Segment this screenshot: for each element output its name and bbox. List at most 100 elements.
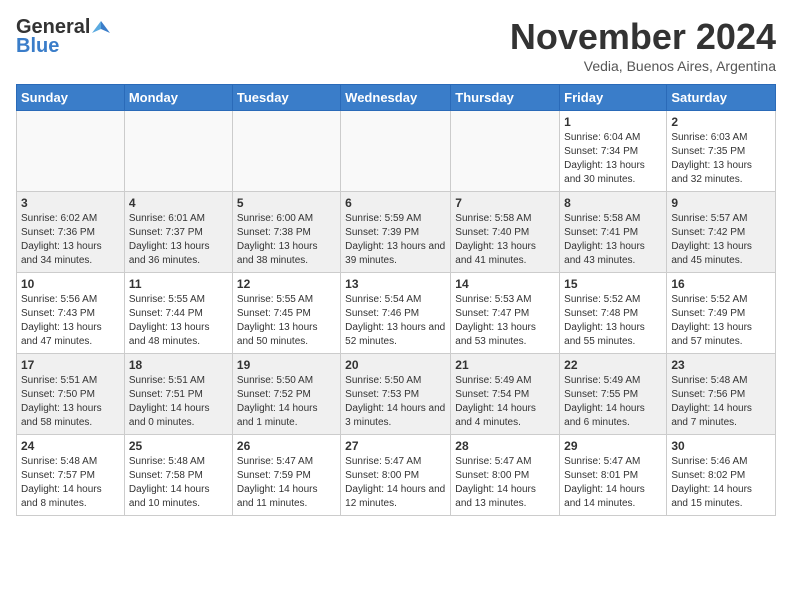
- day-number: 5: [237, 196, 336, 210]
- day-info: Sunrise: 5:47 AM Sunset: 8:01 PM Dayligh…: [564, 455, 662, 511]
- day-info: Sunrise: 5:54 AM Sunset: 7:46 PM Dayligh…: [345, 293, 446, 349]
- logo-blue: Blue: [16, 35, 59, 58]
- calendar-cell: 13 Sunrise: 5:54 AM Sunset: 7:46 PM Dayli…: [341, 273, 451, 354]
- day-number: 3: [21, 196, 120, 210]
- day-info: Sunrise: 5:58 AM Sunset: 7:41 PM Dayligh…: [564, 212, 662, 268]
- day-number: 1: [564, 115, 662, 129]
- day-number: 9: [671, 196, 771, 210]
- calendar-cell: 14Sunrise: 5:53 AM Sunset: 7:47 PM Dayli…: [451, 273, 560, 354]
- day-number: 19: [237, 358, 336, 372]
- day-header-saturday: Saturday: [667, 85, 776, 111]
- day-info: Sunrise: 5:47 AM Sunset: 7:59 PM Dayligh…: [237, 455, 336, 511]
- calendar-week-row: 10 Sunrise: 5:56 AM Sunset: 7:43 PM Dayli…: [17, 273, 776, 354]
- calendar-table: SundayMondayTuesdayWednesdayThursdayFrid…: [16, 84, 776, 516]
- day-info: Sunrise: 5:59 AM Sunset: 7:39 PM Dayligh…: [345, 212, 446, 268]
- logo-bird-icon: [92, 19, 110, 37]
- calendar-cell: 12 Sunrise: 5:55 AM Sunset: 7:45 PM Dayli…: [232, 273, 340, 354]
- calendar-cell: [232, 111, 340, 192]
- calendar-cell: 1Sunrise: 6:04 AM Sunset: 7:34 PM Daylig…: [560, 111, 667, 192]
- day-number: 16: [671, 277, 771, 291]
- day-info: Sunrise: 5:48 AM Sunset: 7:57 PM Dayligh…: [21, 455, 120, 511]
- calendar-cell: 4Sunrise: 6:01 AM Sunset: 7:37 PM Daylig…: [124, 192, 232, 273]
- day-number: 20: [345, 358, 446, 372]
- day-info: Sunrise: 5:47 AM Sunset: 8:00 PM Dayligh…: [455, 455, 555, 511]
- day-number: 2: [671, 115, 771, 129]
- day-number: 14: [455, 277, 555, 291]
- day-info: Sunrise: 5:52 AM Sunset: 7:48 PM Dayligh…: [564, 293, 662, 349]
- day-info: Sunrise: 5:49 AM Sunset: 7:55 PM Dayligh…: [564, 374, 662, 430]
- day-number: 24: [21, 439, 120, 453]
- day-info: Sunrise: 6:00 AM Sunset: 7:38 PM Dayligh…: [237, 212, 336, 268]
- day-info: Sunrise: 5:48 AM Sunset: 7:56 PM Dayligh…: [671, 374, 771, 430]
- calendar-week-row: 1Sunrise: 6:04 AM Sunset: 7:34 PM Daylig…: [17, 111, 776, 192]
- day-header-sunday: Sunday: [17, 85, 125, 111]
- day-info: Sunrise: 5:48 AM Sunset: 7:58 PM Dayligh…: [129, 455, 228, 511]
- day-info: Sunrise: 5:51 AM Sunset: 7:50 PM Dayligh…: [21, 374, 120, 430]
- day-number: 15: [564, 277, 662, 291]
- day-number: 23: [671, 358, 771, 372]
- day-number: 7: [455, 196, 555, 210]
- calendar-cell: [124, 111, 232, 192]
- calendar-cell: 26 Sunrise: 5:47 AM Sunset: 7:59 PM Dayli…: [232, 435, 340, 516]
- calendar-cell: 15 Sunrise: 5:52 AM Sunset: 7:48 PM Dayli…: [560, 273, 667, 354]
- day-number: 29: [564, 439, 662, 453]
- location-subtitle: Vedia, Buenos Aires, Argentina: [510, 58, 776, 74]
- day-header-tuesday: Tuesday: [232, 85, 340, 111]
- day-number: 13: [345, 277, 446, 291]
- day-number: 10: [21, 277, 120, 291]
- day-header-thursday: Thursday: [451, 85, 560, 111]
- day-number: 21: [455, 358, 555, 372]
- calendar-cell: 23 Sunrise: 5:48 AM Sunset: 7:56 PM Dayli…: [667, 354, 776, 435]
- day-info: Sunrise: 6:02 AM Sunset: 7:36 PM Dayligh…: [21, 212, 120, 268]
- page-header: General Blue November 2024 Vedia, Buenos…: [16, 16, 776, 74]
- day-number: 22: [564, 358, 662, 372]
- month-title: November 2024: [510, 16, 776, 58]
- day-number: 30: [671, 439, 771, 453]
- day-header-wednesday: Wednesday: [341, 85, 451, 111]
- calendar-cell: [341, 111, 451, 192]
- day-number: 25: [129, 439, 228, 453]
- day-info: Sunrise: 6:03 AM Sunset: 7:35 PM Dayligh…: [671, 131, 771, 187]
- day-number: 8: [564, 196, 662, 210]
- calendar-cell: 17 Sunrise: 5:51 AM Sunset: 7:50 PM Dayli…: [17, 354, 125, 435]
- day-number: 28: [455, 439, 555, 453]
- day-number: 12: [237, 277, 336, 291]
- calendar-week-row: 3 Sunrise: 6:02 AM Sunset: 7:36 PM Daylig…: [17, 192, 776, 273]
- calendar-cell: 27 Sunrise: 5:47 AM Sunset: 8:00 PM Dayli…: [341, 435, 451, 516]
- calendar-cell: 9 Sunrise: 5:57 AM Sunset: 7:42 PM Daylig…: [667, 192, 776, 273]
- day-number: 27: [345, 439, 446, 453]
- day-number: 18: [129, 358, 228, 372]
- calendar-cell: 11Sunrise: 5:55 AM Sunset: 7:44 PM Dayli…: [124, 273, 232, 354]
- day-header-friday: Friday: [560, 85, 667, 111]
- day-info: Sunrise: 5:46 AM Sunset: 8:02 PM Dayligh…: [671, 455, 771, 511]
- calendar-cell: 7 Sunrise: 5:58 AM Sunset: 7:40 PM Daylig…: [451, 192, 560, 273]
- calendar-cell: [17, 111, 125, 192]
- day-info: Sunrise: 5:47 AM Sunset: 8:00 PM Dayligh…: [345, 455, 446, 511]
- calendar-cell: 16 Sunrise: 5:52 AM Sunset: 7:49 PM Dayli…: [667, 273, 776, 354]
- day-info: Sunrise: 5:51 AM Sunset: 7:51 PM Dayligh…: [129, 374, 228, 430]
- calendar-cell: 5 Sunrise: 6:00 AM Sunset: 7:38 PM Daylig…: [232, 192, 340, 273]
- title-section: November 2024 Vedia, Buenos Aires, Argen…: [510, 16, 776, 74]
- day-info: Sunrise: 5:50 AM Sunset: 7:52 PM Dayligh…: [237, 374, 336, 430]
- calendar-cell: 30 Sunrise: 5:46 AM Sunset: 8:02 PM Dayli…: [667, 435, 776, 516]
- day-info: Sunrise: 5:56 AM Sunset: 7:43 PM Dayligh…: [21, 293, 120, 349]
- day-info: Sunrise: 5:55 AM Sunset: 7:45 PM Dayligh…: [237, 293, 336, 349]
- day-info: Sunrise: 5:49 AM Sunset: 7:54 PM Dayligh…: [455, 374, 555, 430]
- day-info: Sunrise: 5:52 AM Sunset: 7:49 PM Dayligh…: [671, 293, 771, 349]
- day-info: Sunrise: 5:50 AM Sunset: 7:53 PM Dayligh…: [345, 374, 446, 430]
- day-info: Sunrise: 5:57 AM Sunset: 7:42 PM Dayligh…: [671, 212, 771, 268]
- day-info: Sunrise: 5:58 AM Sunset: 7:40 PM Dayligh…: [455, 212, 555, 268]
- calendar-cell: 6 Sunrise: 5:59 AM Sunset: 7:39 PM Daylig…: [341, 192, 451, 273]
- calendar-cell: 25 Sunrise: 5:48 AM Sunset: 7:58 PM Dayli…: [124, 435, 232, 516]
- day-number: 6: [345, 196, 446, 210]
- day-number: 26: [237, 439, 336, 453]
- day-header-monday: Monday: [124, 85, 232, 111]
- calendar-cell: 29 Sunrise: 5:47 AM Sunset: 8:01 PM Dayli…: [560, 435, 667, 516]
- calendar-cell: 22 Sunrise: 5:49 AM Sunset: 7:55 PM Dayli…: [560, 354, 667, 435]
- day-info: Sunrise: 6:01 AM Sunset: 7:37 PM Dayligh…: [129, 212, 228, 268]
- calendar-cell: 3 Sunrise: 6:02 AM Sunset: 7:36 PM Daylig…: [17, 192, 125, 273]
- day-number: 17: [21, 358, 120, 372]
- calendar-cell: 20 Sunrise: 5:50 AM Sunset: 7:53 PM Dayli…: [341, 354, 451, 435]
- calendar-week-row: 24 Sunrise: 5:48 AM Sunset: 7:57 PM Dayli…: [17, 435, 776, 516]
- calendar-cell: 19 Sunrise: 5:50 AM Sunset: 7:52 PM Dayli…: [232, 354, 340, 435]
